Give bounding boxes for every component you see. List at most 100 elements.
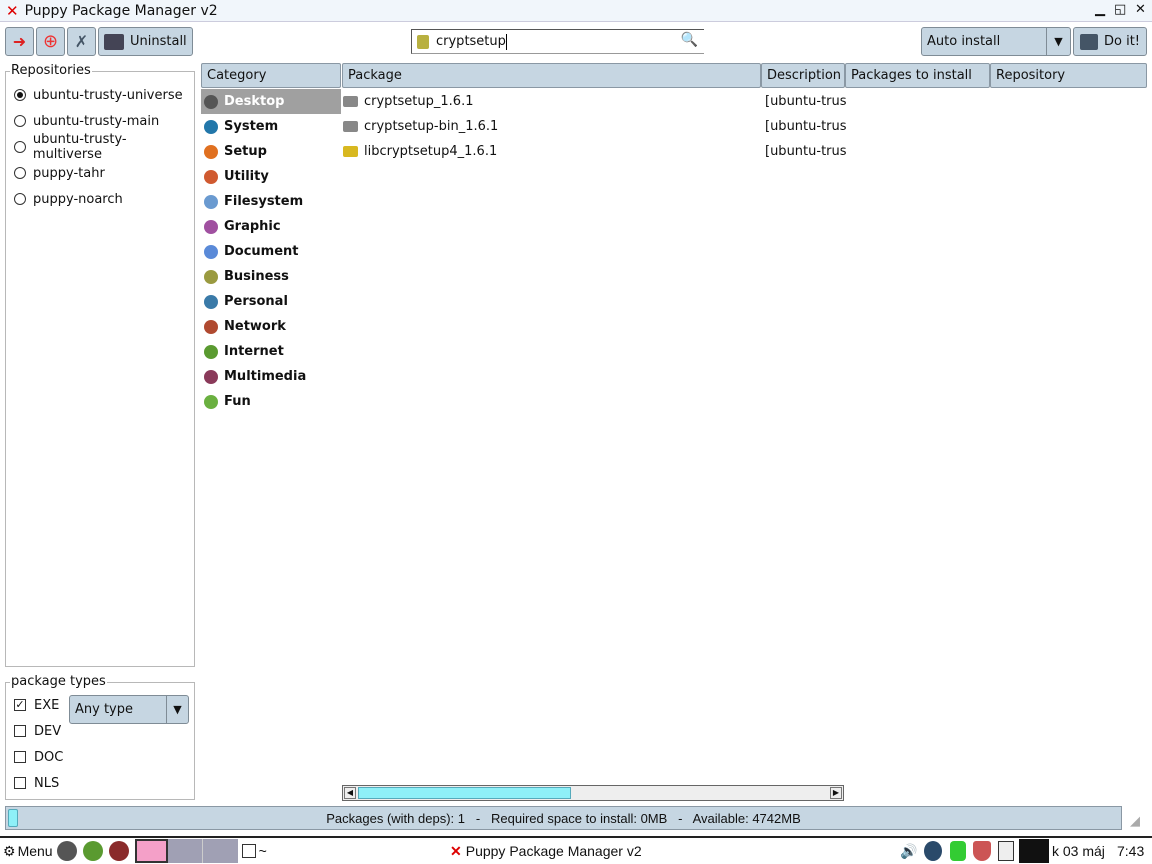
taskbar-terminal[interactable]: ~ (241, 843, 267, 859)
maximize-button[interactable]: ◱ (1114, 2, 1126, 17)
type-select[interactable]: Any type ▼ (69, 695, 189, 724)
category-document[interactable]: Document (201, 239, 341, 264)
category-fun[interactable]: Fun (201, 389, 341, 414)
utility-category-icon (204, 169, 218, 184)
repositories-panel: Repositories ubuntu-trusty-universe ubunt… (5, 63, 195, 667)
type-checkbox-dev[interactable]: DEV (14, 721, 61, 741)
column-header-description[interactable]: Description (761, 63, 845, 88)
drive-icon (343, 96, 358, 107)
taskbar-window-ppm[interactable]: ✕ Puppy Package Manager v2 (450, 843, 650, 860)
workspace-2[interactable] (167, 839, 203, 863)
title-bar: ✕ Puppy Package Manager v2 ▁ ◱ ✕ (0, 0, 1152, 22)
workspace-3[interactable] (202, 839, 238, 863)
personal-category-icon (204, 294, 218, 309)
quit-button[interactable]: ➜ (5, 27, 34, 56)
browser-launcher-icon[interactable] (82, 841, 103, 861)
firewall-icon[interactable] (973, 841, 991, 861)
checkbox[interactable] (14, 777, 26, 789)
multimedia-category-icon (204, 369, 218, 384)
clock[interactable]: 7:43 (1117, 843, 1144, 859)
minimize-button[interactable]: ▁ (1095, 2, 1105, 17)
network-category-icon (204, 319, 218, 334)
category-setup[interactable]: Setup (201, 139, 341, 164)
network-icon[interactable] (924, 841, 942, 861)
search-icon[interactable]: 🔍 (681, 32, 698, 48)
category-business[interactable]: Business (201, 264, 341, 289)
package-description: [ubuntu-trus (765, 94, 847, 109)
column-header-package[interactable]: Package (342, 63, 761, 88)
window-title: Puppy Package Manager v2 (24, 2, 218, 19)
scroll-right-icon[interactable]: ▶ (830, 787, 842, 799)
chevron-down-icon: ▼ (166, 696, 188, 723)
status-bar: Packages (with deps): 1 - Required space… (5, 806, 1122, 830)
type-checkbox-nls[interactable]: NLS (14, 773, 59, 793)
checkbox[interactable]: ✓ (14, 699, 26, 711)
resize-grip-icon[interactable]: ◢ (1130, 814, 1140, 829)
scroll-left-icon[interactable]: ◀ (344, 787, 356, 799)
library-icon (343, 146, 358, 157)
repo-radio-puppy-tahr[interactable]: puppy-tahr (6, 160, 194, 186)
drive-icon[interactable] (950, 841, 966, 861)
checkbox[interactable] (14, 725, 26, 737)
column-header-category[interactable]: Category (201, 63, 341, 88)
package-description: [ubuntu-trus (765, 144, 847, 159)
taskbar: ⚙ Menu ~ ✕ Puppy Package Manager v2 🔊 k 03… (0, 836, 1152, 864)
close-button[interactable]: ✕ (1135, 2, 1146, 17)
category-system[interactable]: System (201, 114, 341, 139)
radio-button[interactable] (14, 89, 26, 101)
system-category-icon (204, 119, 218, 134)
repo-radio-ubuntu-trusty-universe[interactable]: ubuntu-trusty-universe (6, 82, 194, 108)
category-graphic[interactable]: Graphic (201, 214, 341, 239)
volume-icon[interactable]: 🔊 (900, 843, 917, 860)
package-row[interactable]: cryptsetup_1.6.1 (343, 89, 473, 114)
search-input[interactable]: cryptsetup 🔍 (411, 29, 704, 54)
filesystem-category-icon (204, 194, 218, 209)
help-button[interactable]: ⊕ (36, 27, 65, 56)
package-description: [ubuntu-trus (765, 119, 847, 134)
package-row[interactable]: cryptsetup-bin_1.6.1 (343, 114, 498, 139)
radio-button[interactable] (14, 115, 26, 127)
category-network[interactable]: Network (201, 314, 341, 339)
repo-radio-ubuntu-trusty-multiverse[interactable]: ubuntu-trusty-multiverse (6, 132, 194, 162)
terminal-launcher-icon[interactable] (108, 841, 129, 861)
document-category-icon (204, 244, 218, 259)
column-header-packages-to-install[interactable]: Packages to install (845, 63, 990, 88)
tools-icon: ✗ (74, 32, 89, 51)
menu-icon: ⚙ (3, 842, 16, 859)
category-multimedia[interactable]: Multimedia (201, 364, 341, 389)
cpu-monitor-icon (1019, 839, 1049, 863)
radio-button[interactable] (14, 167, 26, 179)
configure-button[interactable]: ✗ (67, 27, 96, 56)
package-row[interactable]: libcryptsetup4_1.6.1 (343, 139, 497, 164)
type-checkbox-doc[interactable]: DOC (14, 747, 63, 767)
category-personal[interactable]: Personal (201, 289, 341, 314)
business-category-icon (204, 269, 218, 284)
menu-button[interactable]: ⚙ Menu (3, 843, 53, 860)
window-icon (241, 844, 256, 858)
column-header-repository[interactable]: Repository (990, 63, 1147, 88)
scrollbar-thumb[interactable] (358, 787, 571, 799)
progress-bar (8, 809, 18, 827)
lifebuoy-icon: ⊕ (42, 31, 59, 52)
horizontal-scrollbar[interactable]: ◀ ▶ (342, 785, 844, 801)
type-checkbox-exe[interactable]: ✓ EXE (14, 695, 59, 715)
category-filesystem[interactable]: Filesystem (201, 189, 341, 214)
exit-door-icon: ➜ (12, 32, 27, 51)
checkbox[interactable] (14, 751, 26, 763)
repo-radio-puppy-noarch[interactable]: puppy-noarch (6, 186, 194, 212)
install-mode-select[interactable]: Auto install ▼ (921, 27, 1071, 56)
workspace-1[interactable] (134, 839, 168, 863)
drive-icon (343, 121, 358, 132)
radio-button[interactable] (14, 141, 26, 153)
radio-button[interactable] (14, 193, 26, 205)
repo-radio-ubuntu-trusty-main[interactable]: ubuntu-trusty-main (6, 108, 194, 134)
category-utility[interactable]: Utility (201, 164, 341, 189)
x-launcher-icon[interactable] (56, 841, 77, 861)
category-desktop[interactable]: Desktop (201, 89, 341, 114)
category-internet[interactable]: Internet (201, 339, 341, 364)
app-logo-icon: ✕ (450, 842, 462, 859)
date: k 03 máj (1052, 843, 1105, 859)
do-it-button[interactable]: Do it! (1073, 27, 1147, 56)
clipboard-icon[interactable] (998, 841, 1014, 861)
uninstall-button[interactable]: Uninstall (98, 27, 193, 56)
